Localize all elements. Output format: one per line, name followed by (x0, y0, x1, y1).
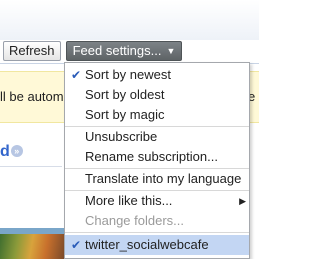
checkmark-icon: ✔ (71, 68, 82, 82)
menu-item-label: More like this... (85, 193, 173, 208)
menu-item-sort-oldest[interactable]: Sort by oldest (65, 85, 249, 105)
refresh-button[interactable]: Refresh (3, 41, 61, 61)
menu-item-sort-newest[interactable]: ✔ Sort by newest (65, 65, 249, 85)
menu-item-label: Change folders... (85, 213, 185, 228)
menu-item-label: Unsubscribe (85, 129, 158, 144)
menu-item-more-like-this[interactable]: More like this... ▶ (65, 191, 249, 211)
menu-item-label: twitter_socialwebcafe (85, 237, 209, 252)
chevron-down-icon: ▼ (166, 46, 176, 56)
submenu-arrow-icon: ▶ (239, 196, 246, 206)
menu-item-label: Sort by oldest (85, 87, 165, 102)
feed-title-text: d (0, 143, 10, 160)
menu-item-folder-twitter-socialwebcafe[interactable]: ✔ twitter_socialwebcafe (65, 235, 249, 255)
menu-item-unsubscribe[interactable]: Unsubscribe (65, 127, 249, 147)
menu-item-change-folders: Change folders... (65, 211, 249, 231)
feed-settings-label: Feed settings... (72, 43, 162, 58)
menu-item-label: Sort by newest (85, 67, 171, 82)
feed-title-divider (0, 166, 62, 167)
double-arrow-icon: » (10, 145, 23, 157)
menu-item-sort-magic[interactable]: Sort by magic (65, 105, 249, 125)
checkmark-icon: ✔ (71, 238, 82, 252)
menu-item-label: Sort by magic (85, 107, 165, 122)
page: Refresh Feed settings... ▼ ll be autom e … (0, 0, 259, 259)
feed-title-link[interactable]: d» (0, 143, 23, 161)
menu-item-rename-subscription[interactable]: Rename subscription... (65, 147, 249, 167)
menu-separator (65, 232, 249, 233)
menu-item-label: Translate into my language (85, 171, 242, 186)
notice-text-left: ll be autom (0, 89, 64, 104)
menu-item-label: Rename subscription... (85, 149, 218, 164)
feed-settings-button[interactable]: Feed settings... ▼ (66, 41, 182, 61)
menu-item-translate[interactable]: Translate into my language (65, 169, 249, 189)
header-background (0, 0, 259, 40)
post-thumbnail-sky (0, 228, 64, 234)
feed-settings-menu: ✔ Sort by newest Sort by oldest Sort by … (64, 62, 250, 259)
